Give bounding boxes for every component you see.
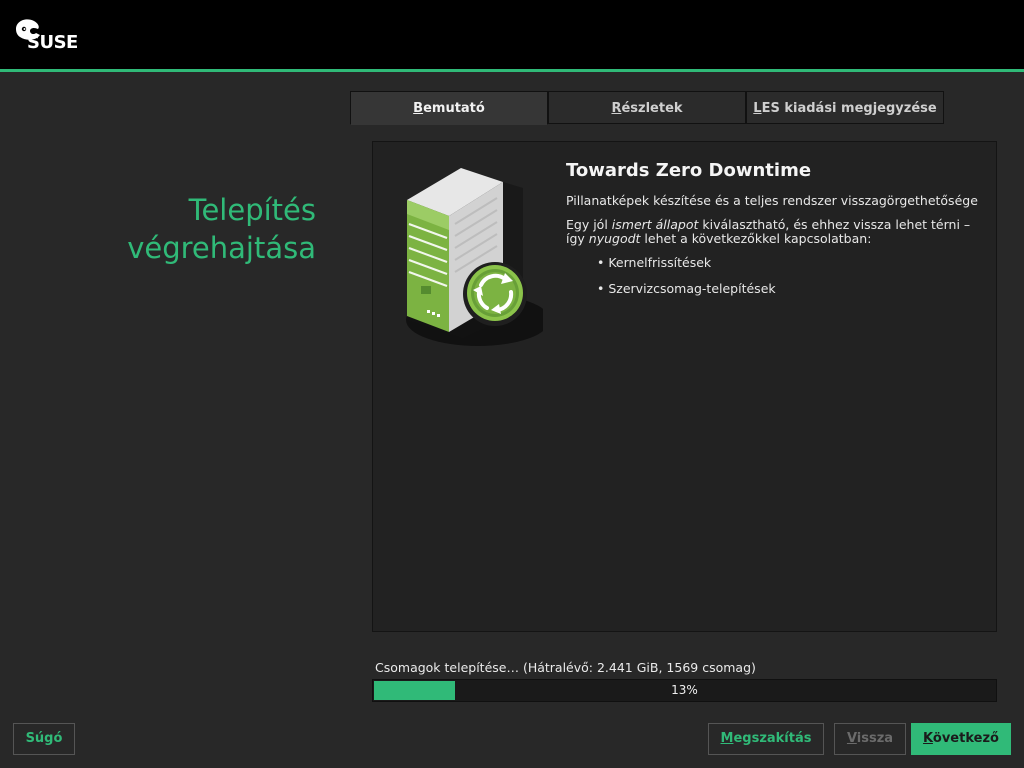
back-mnemonic: V (846, 731, 857, 746)
tab-slideshow-label: emutató (423, 101, 485, 116)
slide-emphasis: ismert állapot (611, 217, 699, 232)
slide-bullet: Kernelfrissítések (597, 256, 986, 270)
tab-details[interactable]: Részletek (548, 91, 746, 124)
tab-release-notes-label: ES kiadási megjegyzése (761, 101, 937, 116)
next-label: övetkező (932, 731, 999, 746)
slide-bullet-list: Kernelfrissítések Szervizcsomag-telepíté… (566, 256, 986, 296)
tab-release-notes[interactable]: LES kiadási megjegyzése (746, 91, 944, 124)
abort-mnemonic: M (720, 731, 734, 746)
header-bar: SUSE (0, 0, 1024, 69)
back-button[interactable]: Vissza (834, 723, 906, 755)
slide-bullet: Szervizcsomag-telepítések (597, 282, 986, 296)
abort-button[interactable]: Megszakítás (708, 723, 824, 755)
abort-label: egszakítás (733, 731, 812, 746)
slide-text: Egy jól (566, 217, 612, 232)
next-mnemonic: K (923, 731, 933, 746)
tab-release-notes-mnemonic: L (753, 101, 762, 116)
tab-slideshow[interactable]: Bemutató (350, 91, 548, 125)
server-icon (406, 168, 543, 346)
next-button[interactable]: Következő (911, 723, 1011, 755)
slide-paragraph-1: Pillanatképek készítése és a teljes rend… (566, 193, 978, 208)
back-label: issza (856, 731, 894, 746)
install-progress-bar: 13% (372, 679, 997, 702)
tab-details-label: észletek (621, 101, 683, 116)
progress-percent: 13% (671, 683, 698, 697)
slide-title: Towards Zero Downtime (566, 160, 812, 181)
slide-paragraph-2: Egy jól ismert állapot kiválasztható, és… (566, 218, 986, 246)
help-button[interactable]: Súgó (13, 723, 75, 755)
slide-body: Pillanatképek készítése és a teljes rend… (566, 194, 986, 308)
header-accent-line (0, 69, 1024, 72)
progress-label: Csomagok telepítése… (Hátralévő: 2.441 G… (375, 660, 756, 675)
tab-details-mnemonic: R (611, 101, 622, 116)
suse-logo: SUSE (27, 32, 78, 53)
slide-text: lehet a következőkkel kapcsolatban: (640, 231, 872, 246)
page-title: Telepítés végrehajtása (127, 193, 316, 265)
slide-emphasis: nyugodt (588, 231, 641, 246)
slideshow-panel: Towards Zero Downtime Pillanatképek kész… (372, 141, 997, 632)
tab-slideshow-mnemonic: B (413, 101, 424, 116)
